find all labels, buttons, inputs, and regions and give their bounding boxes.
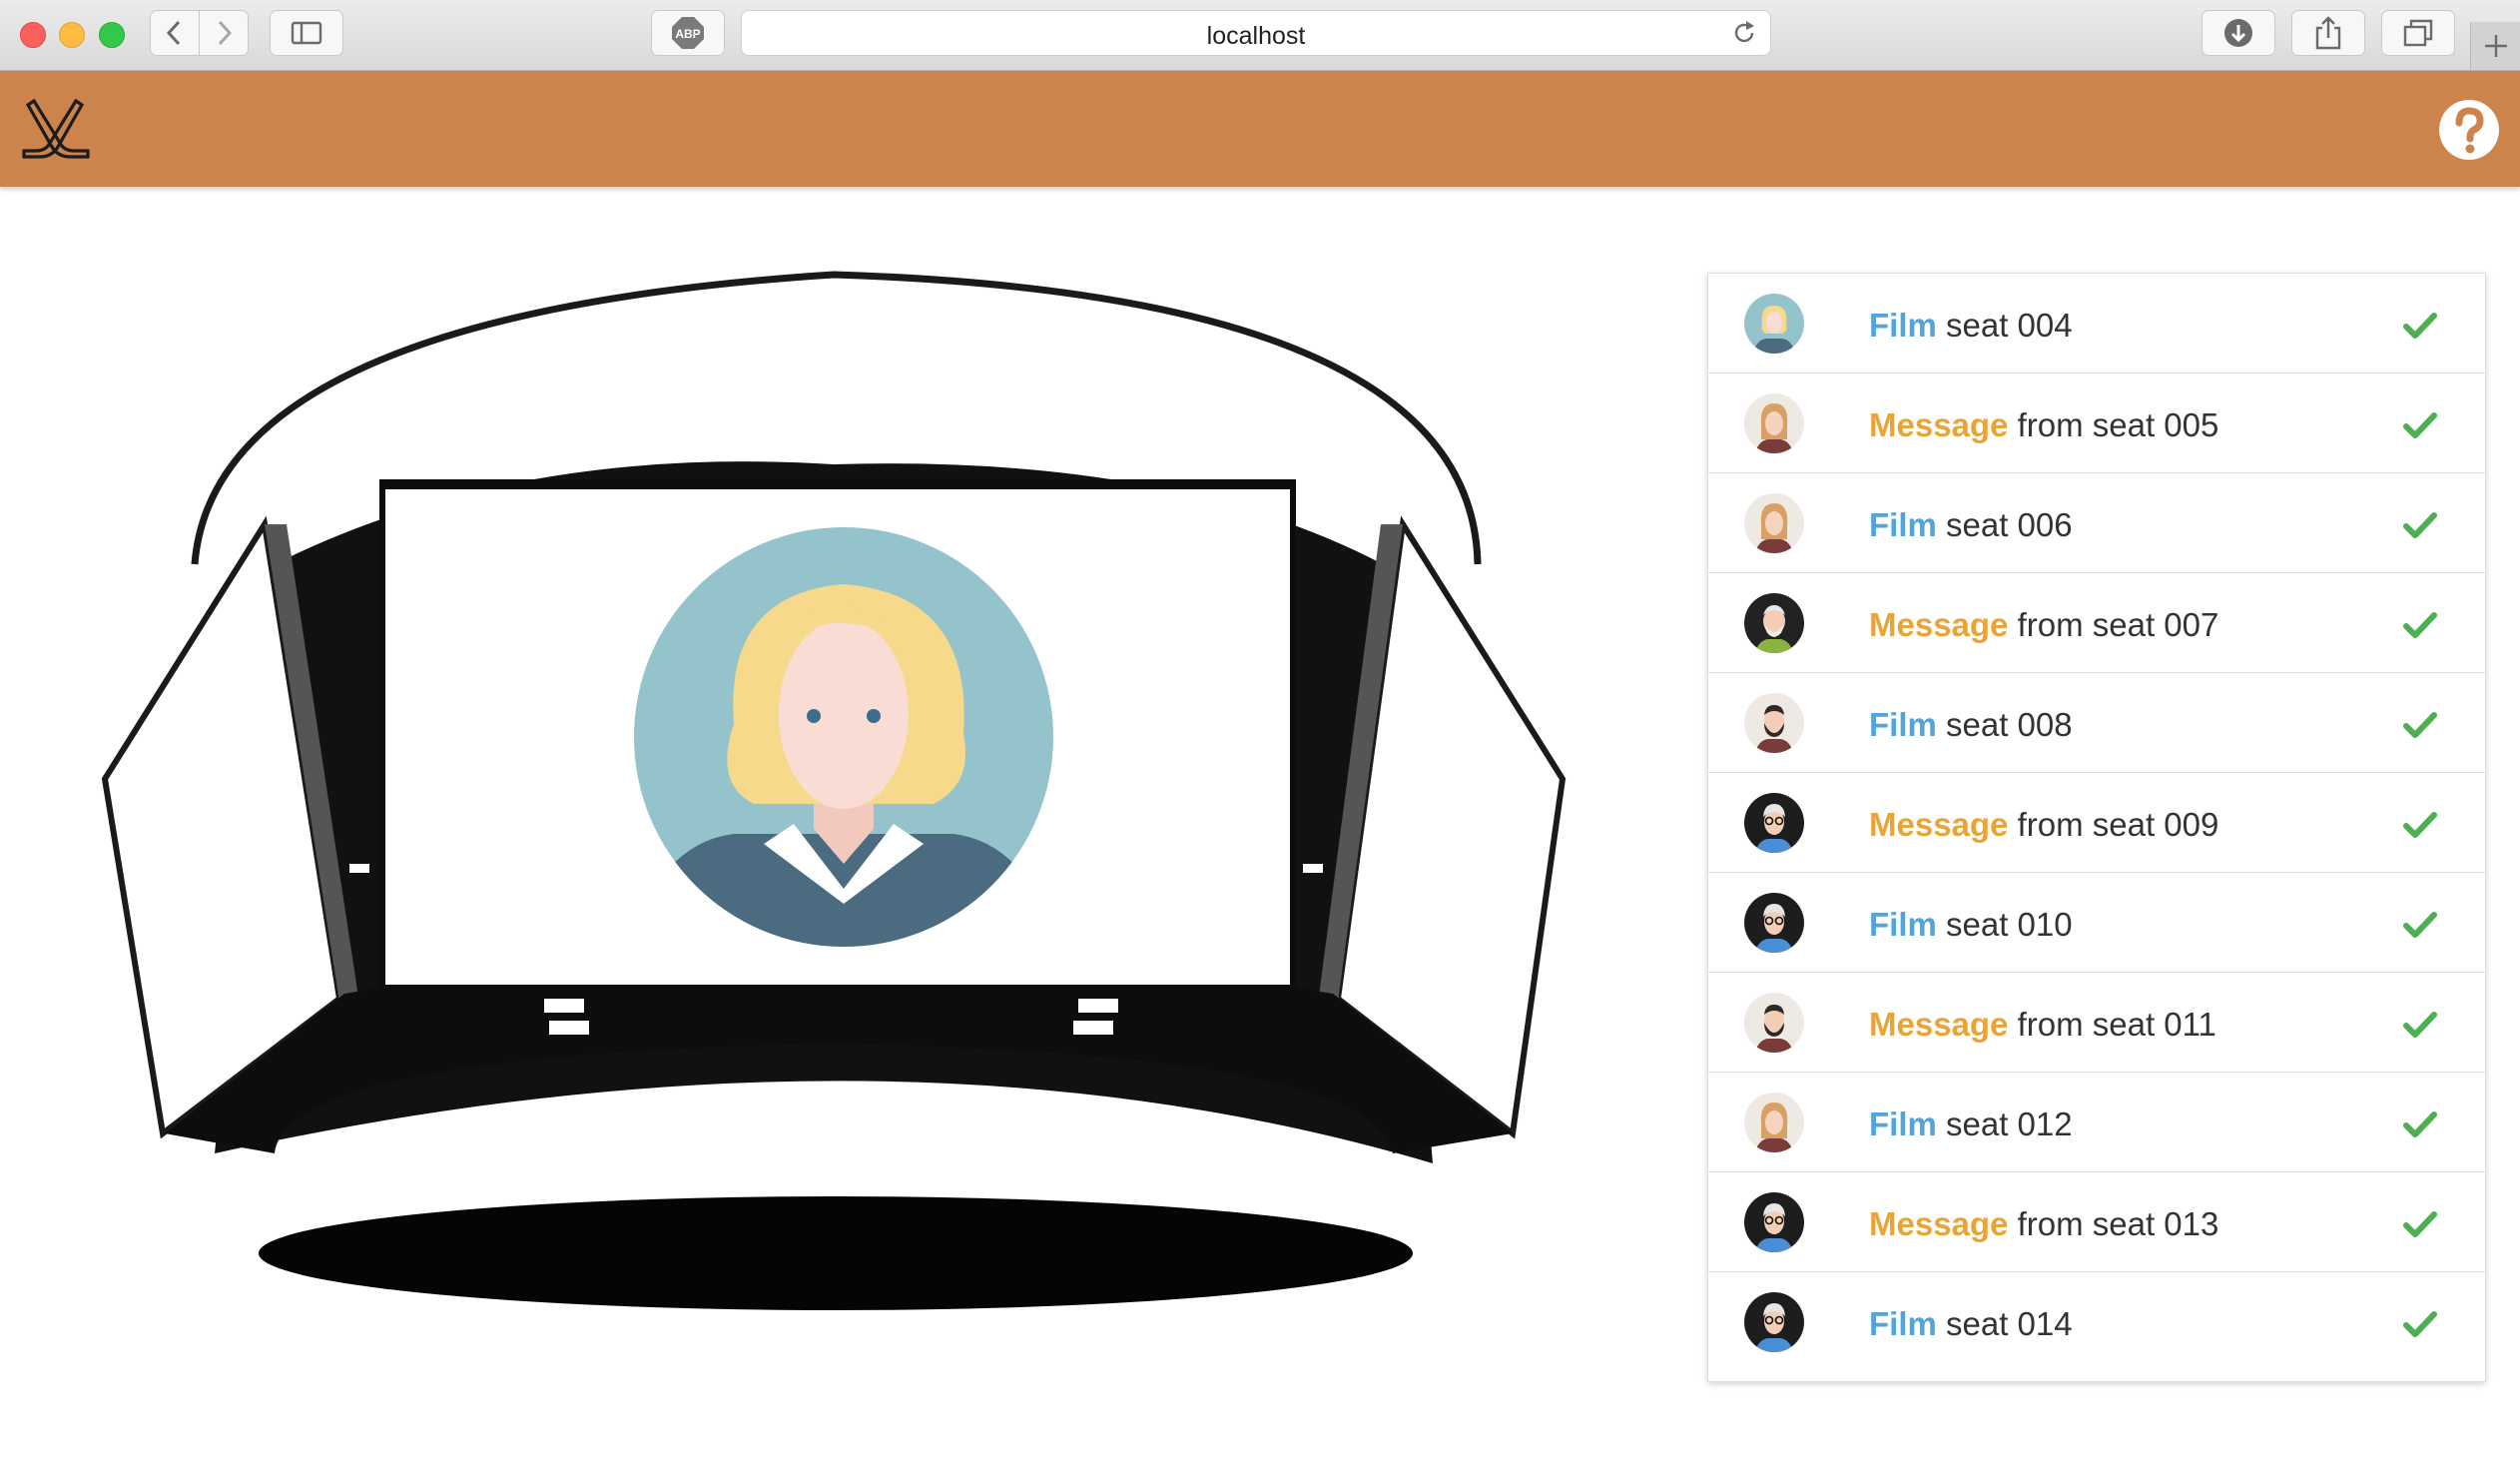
check-icon [2403,1012,2437,1038]
list-item-text: Film seat 014 [1869,1305,2073,1343]
bearded-man-avatar [1744,693,1804,753]
item-kind-label: Film [1869,506,1937,543]
list-item-04[interactable]: Message from seat 007 [1708,573,2485,673]
list-item-08[interactable]: Message from seat 011 [1708,973,2485,1073]
list-item-text: Film seat 004 [1869,307,2073,345]
app-header [0,71,2520,187]
zoom-window-button[interactable] [99,22,125,48]
list-item-10[interactable]: Message from seat 013 [1708,1172,2485,1272]
item-detail-label: seat 014 [1946,1305,2073,1342]
list-item-05[interactable]: Film seat 008 [1708,673,2485,773]
list-item-01[interactable]: Film seat 004 [1708,274,2485,373]
item-kind-label: Message [1869,1006,2009,1043]
list-item-text: Message from seat 011 [1869,1006,2216,1044]
kiosk-booth-graphic [101,271,1567,1310]
item-detail-label: seat 010 [1946,906,2073,943]
chevron-right-icon [218,20,233,46]
item-kind-label: Message [1869,406,2009,443]
sidebar-toggle-button[interactable] [270,10,343,56]
check-icon [2403,912,2437,938]
crossed-hockey-sticks-icon[interactable] [20,99,92,161]
ginger-woman-avatar [1744,1093,1804,1152]
downloads-button[interactable] [2202,10,2275,56]
tabs-overview-icon [2403,19,2433,47]
item-detail-label: seat 008 [1946,706,2073,743]
download-icon [2224,19,2252,47]
forward-button[interactable] [199,10,249,56]
glasses-woman-avatar [1744,1192,1804,1252]
item-detail-label: from seat 005 [2017,406,2219,443]
check-icon [2403,412,2437,438]
item-kind-label: Film [1869,307,1937,344]
item-detail-label: from seat 011 [2017,1006,2216,1043]
bearded-man-avatar [1744,993,1804,1053]
check-icon [2403,313,2437,339]
list-item-07[interactable]: Film seat 010 [1708,873,2485,973]
item-detail-label: from seat 007 [2017,606,2219,643]
item-detail-label: from seat 013 [2017,1205,2219,1242]
seat-status-list: Film seat 004 Message from seat 005 Film… [1707,273,2486,1382]
url-text: localhost [1206,22,1306,50]
old-man-avatar [1744,593,1804,653]
item-kind-label: Film [1869,706,1937,743]
item-detail-label: from seat 009 [2017,806,2219,843]
new-tab-button[interactable] [2470,22,2520,70]
list-item-03[interactable]: Film seat 006 [1708,473,2485,573]
abp-label: ABP [675,27,700,41]
question-circle-icon[interactable] [2438,99,2500,161]
list-item-text: Message from seat 013 [1869,1205,2218,1243]
check-icon [2403,812,2437,838]
check-icon [2403,1311,2437,1337]
adblock-stop-icon: ABP [672,17,704,49]
ginger-woman-avatar [1744,393,1804,453]
check-icon [2403,1111,2437,1137]
check-icon [2403,512,2437,538]
minimize-window-button[interactable] [59,22,85,48]
check-icon [2403,612,2437,638]
check-icon [2403,1211,2437,1237]
item-kind-label: Message [1869,806,2009,843]
list-item-text: Message from seat 009 [1869,806,2218,844]
stage-illustration [95,265,1592,1323]
list-item-09[interactable]: Film seat 012 [1708,1073,2485,1172]
reload-icon[interactable] [1730,19,1758,47]
list-item-11[interactable]: Film seat 014 [1708,1272,2485,1372]
address-bar[interactable]: localhost [741,10,1771,56]
glasses-woman-avatar [1744,1292,1804,1352]
list-item-02[interactable]: Message from seat 005 [1708,373,2485,473]
browser-toolbar: ABP localhost [0,0,2520,71]
adblock-button[interactable]: ABP [651,10,725,56]
item-kind-label: Film [1869,1305,1937,1342]
list-item-text: Film seat 008 [1869,706,2073,744]
sidebar-icon [291,21,322,45]
item-kind-label: Film [1869,1106,1937,1142]
show-tabs-button[interactable] [2381,10,2455,56]
list-item-text: Message from seat 005 [1869,406,2218,444]
close-window-button[interactable] [20,22,46,48]
ginger-woman-avatar [1744,493,1804,553]
check-icon [2403,712,2437,738]
item-detail-label: seat 012 [1946,1106,2073,1142]
item-detail-label: seat 004 [1946,307,2073,344]
item-kind-label: Message [1869,1205,2009,1242]
plus-icon [2485,35,2507,57]
list-item-text: Message from seat 007 [1869,606,2218,644]
share-icon [2315,16,2341,50]
back-button[interactable] [150,10,200,56]
glasses-woman-avatar [1744,893,1804,953]
glasses-woman-avatar [1744,793,1804,853]
share-button[interactable] [2291,10,2365,56]
item-detail-label: seat 006 [1946,506,2073,543]
chevron-left-icon [166,20,181,46]
item-kind-label: Message [1869,606,2009,643]
list-item-text: Film seat 010 [1869,906,2073,944]
list-item-06[interactable]: Message from seat 009 [1708,773,2485,873]
list-item-text: Film seat 006 [1869,506,2073,544]
list-item-text: Film seat 012 [1869,1106,2073,1143]
blonde-woman-avatar [1744,294,1804,354]
item-kind-label: Film [1869,906,1937,943]
